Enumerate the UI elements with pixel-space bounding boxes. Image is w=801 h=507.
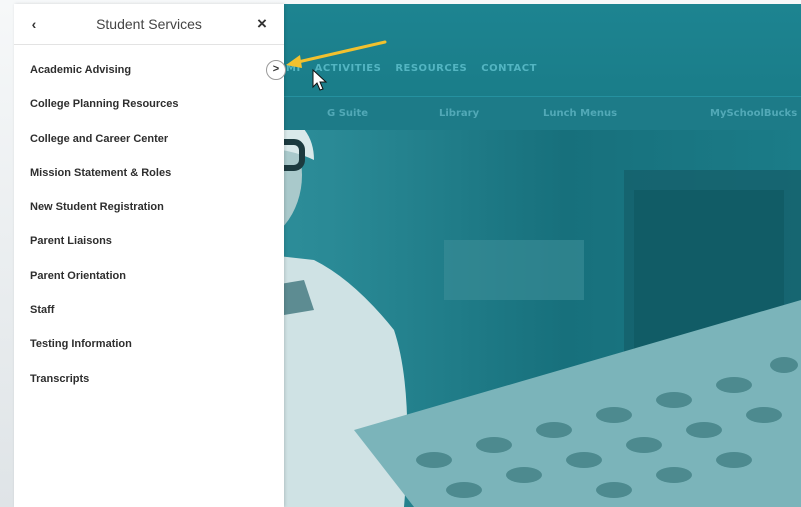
main-nav: MI ACTIVITIES RESOURCES CONTACT xyxy=(286,63,537,74)
sidebar-menu: Academic Advising > College Planning Res… xyxy=(14,53,286,396)
expand-submenu-button[interactable]: > xyxy=(266,60,286,80)
sidebar-item-label: Mission Statement & Roles xyxy=(30,166,172,179)
sidebar-item-college-planning-resources[interactable]: College Planning Resources xyxy=(14,87,284,121)
sidebar-item-staff[interactable]: Staff xyxy=(14,293,284,327)
main-nav-item-partial[interactable]: MI xyxy=(286,63,301,74)
chevron-right-icon: > xyxy=(272,63,280,75)
main-nav-activities[interactable]: ACTIVITIES xyxy=(315,63,382,74)
sidebar-item-label: Testing Information xyxy=(30,338,132,351)
sidebar-item-label: New Student Registration xyxy=(30,201,164,214)
sidebar-item-college-and-career-center[interactable]: College and Career Center xyxy=(14,122,284,156)
sidebar-item-new-student-registration[interactable]: New Student Registration xyxy=(14,190,284,224)
sidebar-title: Student Services xyxy=(96,16,202,32)
sub-nav-g-suite[interactable]: G Suite xyxy=(327,108,368,119)
sidebar-header: ‹ Student Services × xyxy=(14,4,284,45)
close-icon: × xyxy=(257,14,267,33)
sidebar-item-label: Parent Liaisons xyxy=(30,235,112,248)
sidebar-item-academic-advising[interactable]: Academic Advising > xyxy=(14,53,286,87)
close-button[interactable]: × xyxy=(254,15,270,33)
sidebar-item-transcripts[interactable]: Transcripts xyxy=(14,362,284,396)
sub-nav-lunch-menus[interactable]: Lunch Menus xyxy=(543,108,617,119)
sidebar-item-parent-orientation[interactable]: Parent Orientation xyxy=(14,259,284,293)
sidebar-item-label: Staff xyxy=(30,304,55,317)
sidebar-item-parent-liaisons[interactable]: Parent Liaisons xyxy=(14,224,284,258)
sidebar-item-label: Parent Orientation xyxy=(30,269,126,282)
main-nav-resources[interactable]: RESOURCES xyxy=(395,63,467,74)
sidebar-item-label: College Planning Resources xyxy=(30,98,179,111)
sub-nav-myschoolbucks[interactable]: MySchoolBucks xyxy=(710,108,797,119)
sidebar-item-mission-statement[interactable]: Mission Statement & Roles xyxy=(14,156,284,190)
sidebar-item-testing-information[interactable]: Testing Information xyxy=(14,327,284,361)
sidebar-item-label: College and Career Center xyxy=(30,132,169,145)
sidebar-item-label: Academic Advising xyxy=(30,64,132,76)
main-nav-contact[interactable]: CONTACT xyxy=(481,63,537,74)
sidebar-item-label: Transcripts xyxy=(30,372,90,385)
sidebar-panel: ‹ Student Services × Academic Advising >… xyxy=(14,4,286,507)
sub-nav-library[interactable]: Library xyxy=(439,108,479,119)
